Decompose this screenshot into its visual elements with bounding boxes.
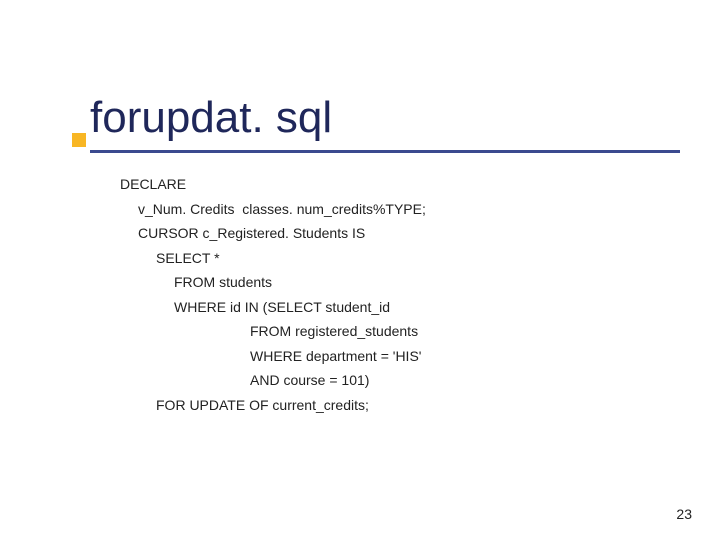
slide: forupdat. sql DECLARE v_Num. Credits cla…	[0, 0, 720, 540]
title-block: forupdat. sql	[90, 94, 680, 153]
code-line: WHERE id IN (SELECT student_id	[120, 295, 660, 320]
code-line: FOR UPDATE OF current_credits;	[120, 393, 660, 418]
code-line: FROM students	[120, 270, 660, 295]
page-number: 23	[676, 506, 692, 522]
code-line: DECLARE	[120, 172, 660, 197]
code-block: DECLARE v_Num. Credits classes. num_cred…	[120, 172, 660, 417]
code-line: AND course = 101)	[120, 368, 660, 393]
code-line: v_Num. Credits classes. num_credits%TYPE…	[120, 197, 660, 222]
code-line: CURSOR c_Registered. Students IS	[120, 221, 660, 246]
code-line: SELECT *	[120, 246, 660, 271]
slide-title: forupdat. sql	[90, 94, 680, 148]
code-line: WHERE department = 'HIS'	[120, 344, 660, 369]
title-underline	[90, 150, 680, 153]
code-line: FROM registered_students	[120, 319, 660, 344]
accent-square	[72, 133, 86, 147]
